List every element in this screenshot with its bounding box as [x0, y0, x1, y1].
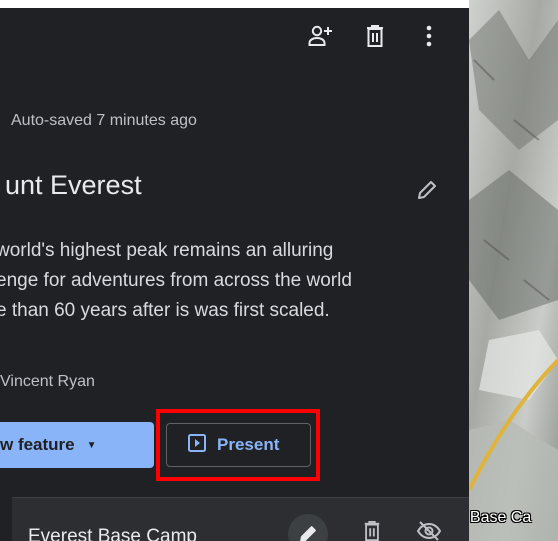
more-vert-icon[interactable] [415, 22, 443, 50]
list-item-actions [288, 514, 442, 541]
map-imagery [469, 0, 558, 541]
description-line: e than 60 years after is was first scale… [0, 300, 330, 321]
edit-icon[interactable] [288, 514, 328, 541]
caret-down-icon: ▼ [86, 439, 97, 451]
present-icon [187, 433, 207, 458]
description-line: enge for adventures from across the worl… [0, 270, 352, 291]
project-title: unt Everest [5, 170, 142, 200]
autosave-status: Auto-saved 7 minutes ago [11, 112, 197, 129]
add-feature-label: w feature [0, 435, 75, 454]
satellite-map[interactable]: t Base Ca [469, 0, 558, 541]
project-description: world's highest peak remains an alluring… [0, 236, 426, 326]
present-label: Present [217, 435, 280, 454]
project-author: Vincent Ryan [0, 373, 95, 390]
add-feature-button[interactable]: w feature ▼ [0, 422, 154, 468]
list-item[interactable]: Everest Base Camp [12, 498, 469, 541]
present-button[interactable]: Present [166, 423, 311, 467]
trash-icon[interactable] [361, 22, 389, 50]
map-place-label: t Base Ca [469, 509, 532, 526]
edit-title-icon[interactable] [413, 176, 441, 204]
project-panel: Auto-saved 7 minutes ago unt Everest wor… [0, 8, 469, 541]
person-add-icon[interactable] [307, 22, 335, 50]
list-item-label: Everest Base Camp [28, 526, 197, 541]
description-line: world's highest peak remains an alluring [0, 240, 334, 261]
visibility-off-icon[interactable] [416, 520, 442, 541]
panel-toolbar [307, 22, 443, 50]
trash-icon[interactable] [362, 520, 382, 541]
